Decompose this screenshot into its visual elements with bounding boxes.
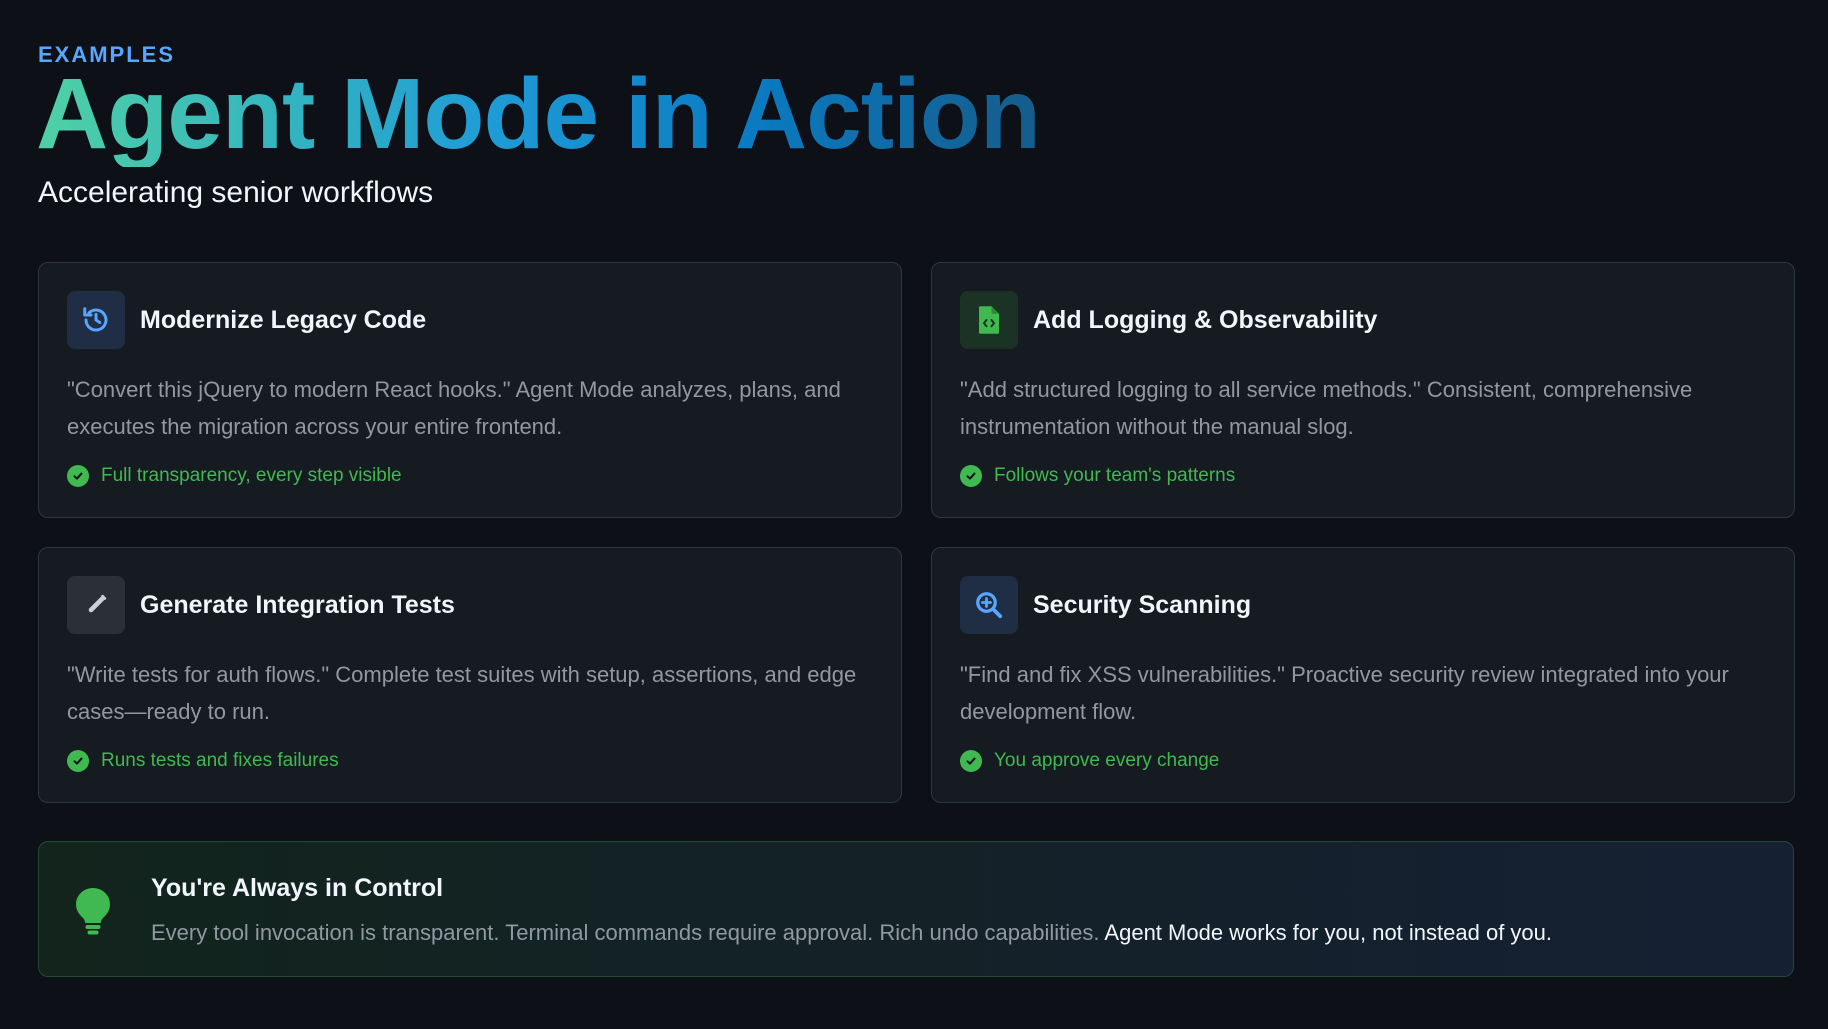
card-check: You approve every change [960,750,1219,772]
check-circle-icon [67,750,89,772]
card-header: Generate Integration Tests [67,576,873,634]
callout-title: You're Always in Control [151,874,444,902]
callout-body-emphasis: Agent Mode works for you, not instead of… [1104,920,1553,945]
file-code-icon [960,291,1018,349]
check-label: Runs tests and fixes failures [101,750,339,771]
check-label: You approve every change [994,750,1220,771]
card-description: "Add structured logging to all service m… [960,377,1693,439]
example-card-logging: Add Logging & Observability "Add structu… [931,262,1795,518]
callout-body: Every tool invocation is transparent. Te… [151,920,1552,946]
lightbulb-icon [73,886,113,941]
page-subtitle: Accelerating senior workflows [38,176,434,209]
magnifier-plus-icon [960,576,1018,634]
card-check: Follows your team's patterns [960,465,1235,487]
card-header: Add Logging & Observability [960,291,1766,349]
control-callout: You're Always in Control Every tool invo… [38,841,1794,977]
card-check: Full transparency, every step visible [67,465,402,487]
check-circle-icon [960,750,982,772]
example-card-security: Security Scanning "Find and fix XSS vuln… [931,547,1795,803]
card-header: Security Scanning [960,576,1766,634]
check-label: Full transparency, every step visible [101,465,402,486]
card-title: Generate Integration Tests [140,590,455,619]
card-check: Runs tests and fixes failures [67,750,339,772]
check-circle-icon [960,465,982,487]
callout-body-text: Every tool invocation is transparent. Te… [151,920,1100,945]
page-title: Agent Mode in Action [36,58,1041,170]
card-description: "Write tests for auth flows." Complete t… [67,662,857,724]
test-tube-icon [67,576,125,634]
examples-page: EXAMPLES Agent Mode in Action Accelerati… [36,0,1795,1029]
card-title: Add Logging & Observability [1033,305,1378,334]
card-title: Modernize Legacy Code [140,305,427,334]
history-icon [67,291,125,349]
card-title: Security Scanning [1033,590,1252,619]
check-label: Follows your team's patterns [994,465,1236,486]
example-card-modernize: Modernize Legacy Code "Convert this jQue… [38,262,902,518]
example-card-tests: Generate Integration Tests "Write tests … [38,547,902,803]
check-circle-icon [67,465,89,487]
card-description: "Find and fix XSS vulnerabilities." Proa… [960,662,1729,724]
card-header: Modernize Legacy Code [67,291,873,349]
card-description: "Convert this jQuery to modern React hoo… [67,377,841,439]
